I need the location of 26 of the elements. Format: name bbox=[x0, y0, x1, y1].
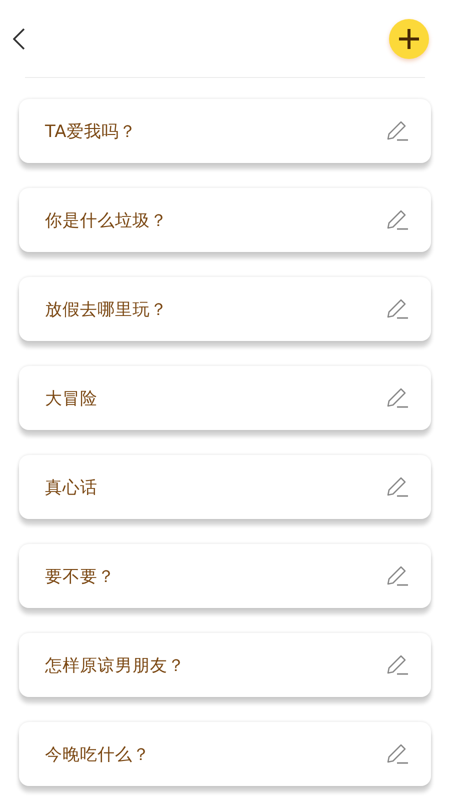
question-card[interactable]: 真心话 bbox=[19, 455, 431, 519]
add-button[interactable] bbox=[389, 18, 429, 58]
pencil-icon[interactable] bbox=[385, 742, 409, 766]
question-card[interactable]: 大冒险 bbox=[19, 366, 431, 430]
pencil-icon[interactable] bbox=[385, 475, 409, 499]
pencil-icon[interactable] bbox=[385, 208, 409, 232]
question-card[interactable]: 放假去哪里玩？ bbox=[19, 277, 431, 341]
pencil-icon[interactable] bbox=[385, 119, 409, 143]
question-card[interactable]: 今晚吃什么？ bbox=[19, 722, 431, 786]
pencil-icon[interactable] bbox=[385, 653, 409, 677]
pencil-icon[interactable] bbox=[385, 386, 409, 410]
pencil-icon[interactable] bbox=[385, 297, 409, 321]
question-title: 真心话 bbox=[45, 476, 98, 498]
question-title: 要不要？ bbox=[45, 566, 115, 588]
question-card[interactable]: 要不要？ bbox=[19, 544, 431, 608]
question-card[interactable]: 你是什么垃圾？ bbox=[19, 188, 431, 252]
question-title: 今晚吃什么？ bbox=[45, 744, 150, 766]
question-title: 怎样原谅男朋友？ bbox=[45, 654, 185, 676]
pencil-icon[interactable] bbox=[385, 564, 409, 588]
plus-icon[interactable] bbox=[398, 28, 420, 50]
question-title: 大冒险 bbox=[45, 388, 98, 410]
question-card[interactable]: 怎样原谅男朋友？ bbox=[19, 633, 431, 697]
question-title: 你是什么垃圾？ bbox=[45, 210, 168, 232]
question-title: 放假去哪里玩？ bbox=[45, 298, 168, 320]
question-card[interactable]: TA爱我吗？ bbox=[19, 99, 431, 163]
question-title: TA爱我吗？ bbox=[45, 120, 137, 142]
